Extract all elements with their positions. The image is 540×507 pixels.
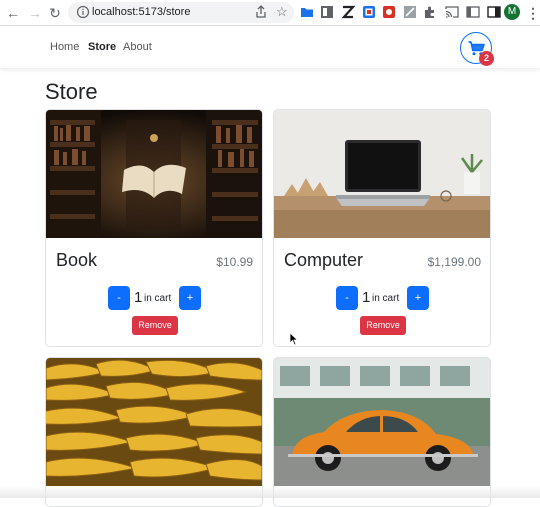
side-panel-icon[interactable] — [487, 5, 501, 19]
product-card-book: Book $10.99 - 1 in cart + Remove — [45, 109, 263, 347]
increment-button[interactable]: + — [179, 286, 201, 310]
product-card-banana — [45, 357, 263, 507]
tab-search-icon[interactable] — [466, 5, 480, 19]
share-icon[interactable] — [254, 5, 268, 19]
bookmark-star-icon[interactable]: ☆ — [276, 4, 288, 20]
forward-icon[interactable]: → — [26, 4, 44, 22]
in-cart-label: in cart — [144, 293, 172, 304]
quantity-controls: - 1 in cart + — [46, 286, 262, 310]
quantity-value: 1 — [362, 289, 371, 306]
product-card-car — [273, 357, 491, 507]
checklist-extension-icon[interactable] — [362, 5, 376, 19]
quantity-controls: - 1 in cart + — [274, 286, 490, 310]
reload-icon[interactable]: ↻ — [46, 4, 64, 22]
nav-link-about[interactable]: About — [123, 40, 152, 54]
folder-extension-icon[interactable] — [300, 5, 314, 19]
nav-link-store[interactable]: Store — [88, 40, 116, 54]
grid-extension-icon[interactable] — [320, 5, 334, 19]
book-image — [46, 110, 262, 238]
remove-button[interactable]: Remove — [360, 316, 406, 335]
quantity-value: 1 — [134, 289, 143, 306]
cast-icon[interactable] — [445, 5, 459, 19]
app-navbar: Home Store About — [0, 27, 540, 68]
product-name: Book — [56, 250, 98, 270]
decrement-button[interactable]: - — [336, 286, 358, 310]
url-text: localhost:5173/store — [92, 6, 191, 18]
product-name: Computer — [284, 250, 364, 270]
nav-link-home[interactable]: Home — [50, 40, 79, 54]
site-info-icon[interactable] — [76, 5, 90, 19]
increment-button[interactable]: + — [407, 286, 429, 310]
banana-image — [46, 358, 262, 486]
product-price: $1,199.00 — [427, 255, 481, 269]
cart-count-badge: 2 — [479, 51, 494, 66]
puzzle-extensions-icon[interactable] — [423, 5, 437, 19]
browser-menu-icon[interactable]: ⋮ — [524, 4, 540, 22]
page-fold-shadow — [0, 486, 540, 498]
browser-toolbar: ← → ↻ localhost:5173/store ☆ M ⋮ — [0, 0, 540, 26]
profile-avatar[interactable]: M — [504, 4, 520, 20]
in-cart-label: in cart — [372, 293, 400, 304]
remove-button[interactable]: Remove — [132, 316, 178, 335]
product-price: $10.99 — [216, 255, 253, 269]
car-image — [274, 358, 490, 486]
mouse-cursor-icon — [289, 332, 299, 346]
address-bar[interactable]: localhost:5173/store ☆ — [68, 2, 294, 23]
decrement-button[interactable]: - — [108, 286, 130, 310]
z-extension-icon[interactable] — [341, 5, 355, 19]
product-card-computer: Computer $1,199.00 - 1 in cart + Remove — [273, 109, 491, 347]
pen-extension-icon[interactable] — [403, 5, 417, 19]
record-extension-icon[interactable] — [382, 5, 396, 19]
computer-image — [274, 110, 490, 238]
back-icon[interactable]: ← — [4, 4, 22, 22]
page-title: Store — [45, 79, 98, 104]
